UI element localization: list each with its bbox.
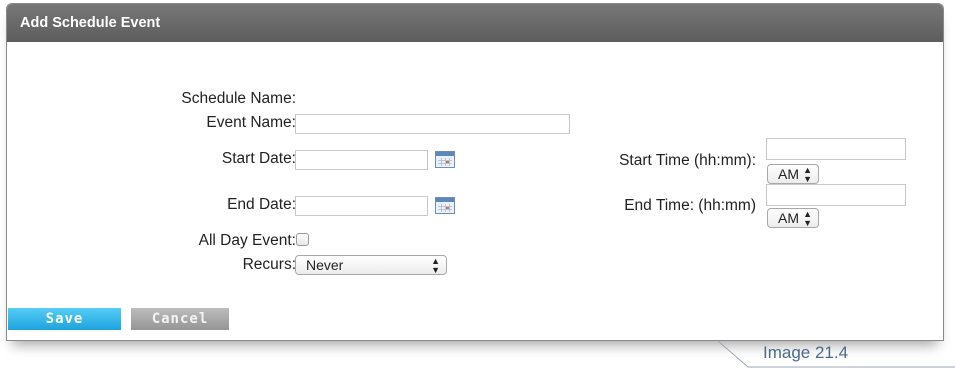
recurs-select[interactable]: Never ▲ ▼	[295, 255, 447, 275]
cancel-button[interactable]: Cancel	[131, 308, 229, 330]
end-time-input[interactable]	[766, 184, 906, 206]
image-caption: Image 21.4	[763, 343, 849, 362]
end-ampm-select[interactable]: AM ▲ ▼	[767, 208, 819, 228]
all-day-event-label: All Day Event:	[198, 232, 296, 249]
start-time-label: Start Time (hh:mm):	[619, 152, 756, 169]
end-ampm-value: AM	[778, 210, 799, 226]
schedule-name-label: Schedule Name:	[181, 90, 296, 107]
start-date-input[interactable]	[295, 150, 428, 170]
end-date-label: End Date:	[227, 196, 296, 213]
start-date-calendar-icon[interactable]	[435, 151, 455, 168]
save-button[interactable]: Save	[8, 308, 121, 330]
up-down-arrows-icon: ▲ ▼	[803, 165, 812, 184]
event-name-input[interactable]	[295, 114, 570, 134]
recurs-label: Recurs:	[242, 256, 296, 273]
dialog-title: Add Schedule Event	[7, 4, 943, 42]
event-name-label: Event Name:	[206, 114, 296, 131]
end-date-input[interactable]	[295, 196, 428, 216]
start-ampm-value: AM	[778, 166, 799, 182]
start-date-label: Start Date:	[221, 150, 296, 167]
all-day-event-checkbox[interactable]	[296, 233, 309, 246]
up-down-arrows-icon: ▲ ▼	[803, 209, 812, 228]
start-time-input[interactable]	[766, 138, 906, 160]
start-ampm-select[interactable]: AM ▲ ▼	[767, 164, 819, 184]
add-schedule-event-dialog: Add Schedule Event Schedule Name: Event …	[6, 3, 944, 341]
end-time-label: End Time: (hh:mm)	[624, 197, 756, 214]
recurs-select-value: Never	[306, 257, 344, 273]
end-date-calendar-icon[interactable]	[435, 197, 455, 214]
up-down-arrows-icon: ▲ ▼	[431, 256, 440, 275]
